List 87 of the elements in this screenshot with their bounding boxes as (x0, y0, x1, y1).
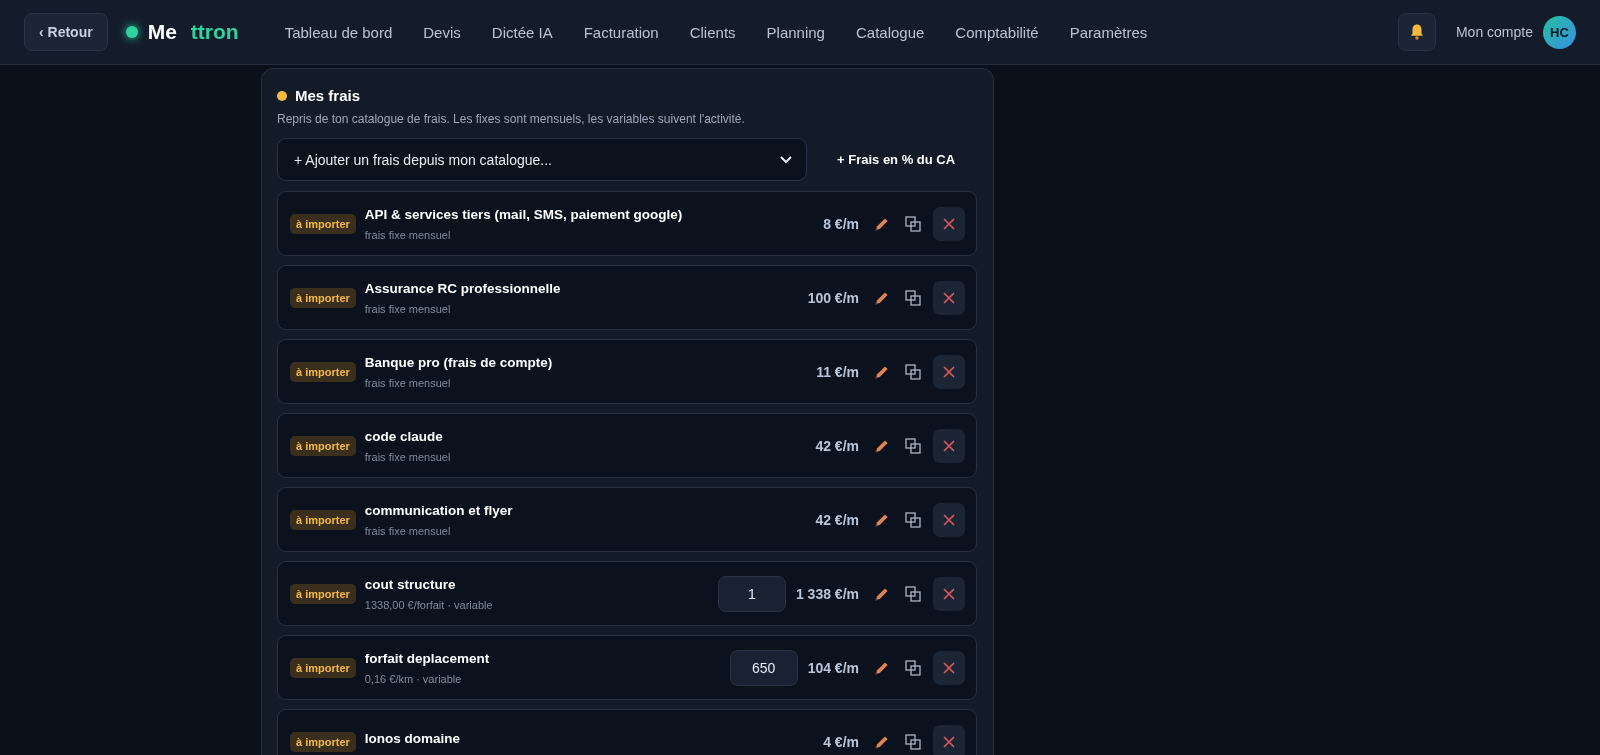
percent-fee-button[interactable]: + Frais en % du CA (821, 152, 972, 167)
logo-text: ttron (190, 20, 239, 44)
close-icon (943, 291, 955, 304)
avatar[interactable]: HC (1543, 15, 1576, 49)
fee-amount: 104 €/m (807, 659, 859, 676)
copy-icon (905, 437, 921, 454)
duplicate-button[interactable] (905, 437, 921, 454)
import-tag: à importer (290, 213, 356, 234)
fee-subtitle: frais fixe mensuel (364, 376, 452, 389)
section-title: Mes frais (295, 87, 361, 104)
fee-subtitle: frais fixe mensuel (364, 302, 452, 315)
delete-button[interactable] (933, 428, 965, 463)
logo-text: Me (147, 20, 177, 44)
fee-title: Assurance RC professionnelle (364, 280, 562, 296)
fee-title: Ionos domaine (364, 730, 462, 746)
notifications-button[interactable] (1397, 13, 1436, 51)
section-description: Repris de ton catalogue de frais. Les fixes sont mensuels, les variables suivent l'activité. (277, 112, 746, 126)
chevron-down-icon (780, 155, 792, 164)
import-tag: à importer (290, 361, 356, 382)
quantity-field[interactable]: 650 (729, 649, 798, 686)
import-tag: à importer (290, 657, 356, 678)
account-link[interactable]: Mon compte (1455, 24, 1533, 40)
fee-title: API & services tiers (mail, SMS, paiement google) (364, 206, 684, 222)
section-dot-icon (277, 90, 287, 101)
delete-button[interactable] (933, 650, 965, 685)
fee-amount: 8 €/m (823, 215, 859, 232)
nav-link[interactable]: Dictée IA (491, 23, 553, 41)
fee-amount: 4 €/m (823, 733, 859, 750)
nav-link[interactable]: Devis (423, 23, 461, 41)
logo-dot-icon (125, 26, 138, 38)
close-icon (943, 365, 955, 378)
delete-button[interactable] (933, 502, 965, 537)
import-tag: à importer (290, 509, 356, 530)
fee-title: code claude (364, 428, 444, 444)
close-icon (943, 513, 955, 526)
import-tag: à importer (290, 731, 356, 752)
import-tag: à importer (290, 287, 356, 308)
duplicate-button[interactable] (905, 659, 921, 676)
copy-icon (905, 215, 921, 232)
delete-button[interactable] (933, 280, 965, 315)
fee-subtitle: frais fixe mensuel (364, 450, 452, 463)
quantity-field[interactable]: 1 (717, 575, 786, 612)
import-tag: à importer (290, 583, 356, 604)
close-icon (943, 439, 955, 452)
copy-icon (905, 511, 921, 528)
copy-icon (905, 733, 921, 750)
nav-link[interactable]: Paramètres (1069, 23, 1148, 41)
fee-title: cout structure (364, 576, 457, 592)
fee-amount: 42 €/m (815, 511, 859, 528)
catalogue-select[interactable]: + Ajouter un frais depuis mon catalogue... (277, 138, 807, 181)
duplicate-button[interactable] (905, 289, 921, 306)
close-icon (943, 661, 955, 674)
nav-link[interactable]: Clients (689, 23, 736, 41)
delete-button[interactable] (933, 576, 965, 611)
duplicate-button[interactable] (905, 585, 921, 602)
delete-button[interactable] (933, 354, 965, 389)
copy-icon (905, 363, 921, 380)
nav-link[interactable]: Planning (766, 23, 825, 41)
close-icon (943, 587, 955, 600)
fee-subtitle: frais fixe mensuel (364, 524, 452, 537)
close-icon (943, 217, 955, 230)
fee-subtitle: 0,16 €/km · variable (364, 672, 463, 685)
duplicate-button[interactable] (905, 511, 921, 528)
duplicate-button[interactable] (905, 363, 921, 380)
nav-link[interactable]: Catalogue (855, 23, 925, 41)
copy-icon (905, 659, 921, 676)
nav-link[interactable]: Facturation (583, 23, 659, 41)
fee-subtitle: 1338,00 €/forfait · variable (364, 598, 494, 611)
import-tag: à importer (290, 435, 356, 456)
fee-amount: 11 €/m (816, 363, 859, 380)
nav-link[interactable]: Tableau de bord (284, 23, 393, 41)
fee-amount: 1 338 €/m (795, 585, 859, 602)
delete-button[interactable] (933, 724, 965, 755)
delete-button[interactable] (933, 206, 965, 241)
fee-amount: 42 €/m (815, 437, 859, 454)
fee-amount: 100 €/m (807, 289, 859, 306)
back-button[interactable]: ‹ Retour (24, 13, 108, 51)
nav-link[interactable]: Comptabilité (955, 23, 1039, 41)
fee-title: communication et flyer (364, 502, 514, 518)
close-icon (943, 735, 955, 748)
fee-subtitle: frais fixe mensuel (364, 228, 452, 241)
copy-icon (905, 289, 921, 306)
fee-title: forfait deplacement (364, 650, 491, 666)
duplicate-button[interactable] (905, 215, 921, 232)
copy-icon (905, 585, 921, 602)
fee-title: Banque pro (frais de compte) (364, 354, 554, 370)
duplicate-button[interactable] (905, 733, 921, 750)
